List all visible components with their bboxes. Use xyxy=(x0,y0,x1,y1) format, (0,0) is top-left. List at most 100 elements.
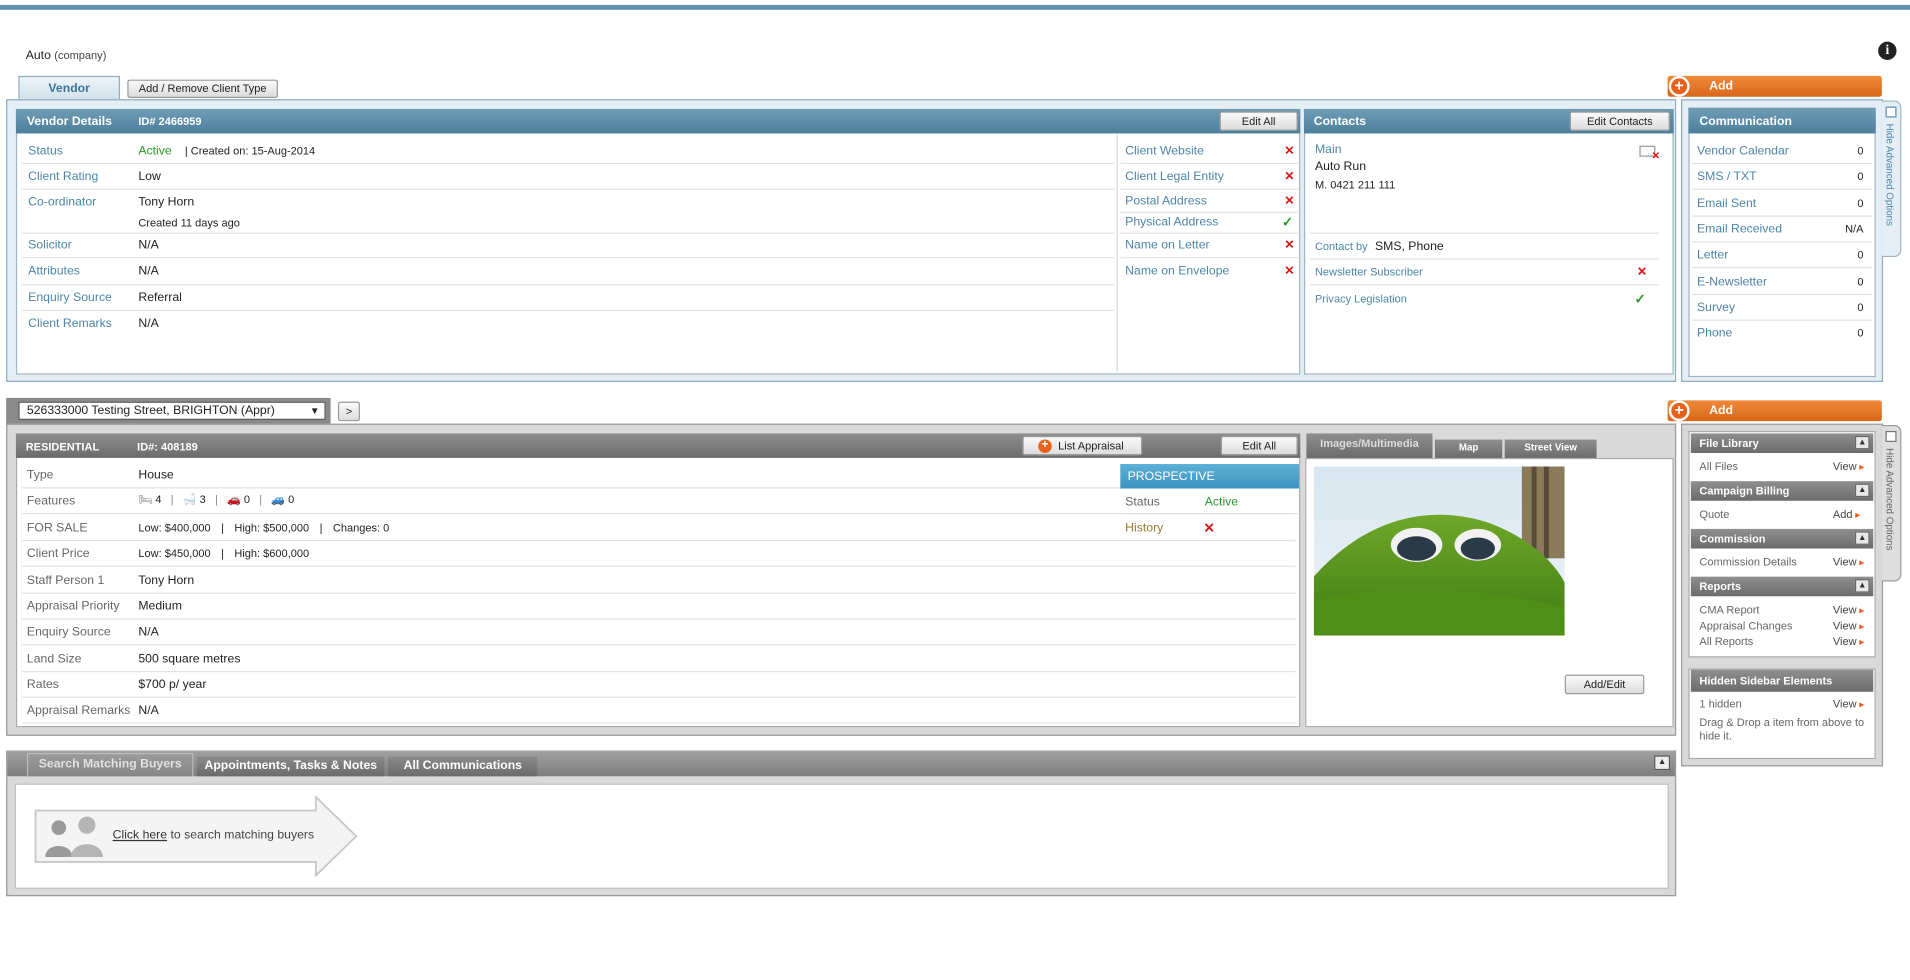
car-icon: 🚗 xyxy=(227,493,241,506)
hidden-view-link[interactable]: View xyxy=(1833,698,1864,710)
tab-search-matching-buyers[interactable]: Search Matching Buyers xyxy=(26,752,194,777)
client-website-label[interactable]: Client Website xyxy=(1125,144,1204,157)
physical-address-label[interactable]: Physical Address xyxy=(1125,215,1218,228)
sidebar-item-label: Commission Details xyxy=(1699,555,1797,569)
plus-icon: + xyxy=(1668,400,1690,422)
history-label[interactable]: History xyxy=(1125,522,1163,535)
x-icon: ✕ xyxy=(1284,264,1295,278)
search-buyers-text: Click here to search matching buyers xyxy=(113,829,314,842)
collapse-icon[interactable]: ▲ xyxy=(1854,435,1870,450)
row-divider xyxy=(1120,188,1298,190)
collapse-icon[interactable]: ▲ xyxy=(1654,755,1671,771)
postal-address-label[interactable]: Postal Address xyxy=(1125,195,1207,208)
company-name: Auto xyxy=(25,48,51,63)
row-divider xyxy=(22,539,1296,542)
client-remarks-label: Client Remarks xyxy=(28,317,112,331)
sidebar-item-action[interactable]: Add xyxy=(1833,508,1860,520)
collapse-icon[interactable]: ▲ xyxy=(1854,531,1870,545)
row-divider xyxy=(1120,257,1298,259)
property-select-value: 526333000 Testing Street, BRIGHTON (Appr… xyxy=(26,404,275,418)
rates-value: $700 p/ year xyxy=(138,678,207,692)
appraisal-priority-value: Medium xyxy=(138,599,182,614)
add-button-sidebar[interactable]: + Add xyxy=(1667,400,1882,422)
client-price-high: High: $600,000 xyxy=(234,547,310,560)
hide-advanced-options-tab[interactable]: Hide Advanced Options xyxy=(1881,100,1902,258)
row-divider xyxy=(1692,188,1873,191)
tab-street-view[interactable]: Street View xyxy=(1504,439,1597,458)
name-on-envelope-label[interactable]: Name on Envelope xyxy=(1125,264,1229,277)
add-label: Add xyxy=(1709,404,1734,418)
sidebar-item-action[interactable]: View xyxy=(1833,460,1864,472)
row-divider xyxy=(22,257,1115,259)
communication-item-label[interactable]: Letter xyxy=(1697,249,1728,262)
tab-appointments[interactable]: Appointments, Tasks & Notes xyxy=(197,756,385,777)
list-appraisal-button[interactable]: + List Appraisal xyxy=(1022,435,1143,456)
communication-item-label[interactable]: SMS / TXT xyxy=(1697,171,1757,184)
tab-all-communications[interactable]: All Communications xyxy=(388,756,538,777)
sidebar-item-action[interactable]: View xyxy=(1833,556,1864,568)
enquiry-source-label: Enquiry Source xyxy=(28,291,112,305)
add-button-top[interactable]: + Add xyxy=(1667,75,1882,97)
property-type-title: RESIDENTIAL xyxy=(25,440,100,454)
row-divider xyxy=(1692,293,1873,295)
property-photo[interactable] xyxy=(1313,466,1565,636)
communication-item-label[interactable]: Email Sent xyxy=(1697,197,1756,210)
vendor-status-label: Status xyxy=(28,144,63,158)
vendor-edit-all-button[interactable]: Edit All xyxy=(1219,111,1298,132)
communication-item-label[interactable]: E-Newsletter xyxy=(1697,275,1767,288)
hidden-hint: Drag & Drop a item from above to hide it… xyxy=(1699,716,1865,742)
click-here-link[interactable]: Click here xyxy=(113,829,167,842)
property-select[interactable]: 526333000 Testing Street, BRIGHTON (Appr… xyxy=(18,401,326,420)
features-label: Features xyxy=(26,494,76,509)
collapse-icon[interactable]: ▲ xyxy=(1854,483,1870,498)
go-button[interactable]: > xyxy=(337,401,360,422)
sidebar-item-label: Appraisal Changes xyxy=(1699,619,1793,632)
carports: 0 xyxy=(288,493,295,506)
top-accent-bar xyxy=(0,4,1910,10)
collapse-icon[interactable]: ▲ xyxy=(1854,579,1870,593)
column-divider xyxy=(1116,134,1118,375)
company-suffix: (company) xyxy=(54,48,107,62)
tab-images-multimedia[interactable]: Images/Multimedia xyxy=(1306,433,1433,458)
contact-main-label[interactable]: Main xyxy=(1315,143,1342,156)
add-remove-client-type-button[interactable]: Add / Remove Client Type xyxy=(127,79,278,98)
communication-item-count: N/A xyxy=(1845,222,1864,235)
communication-item-label[interactable]: Phone xyxy=(1697,327,1732,340)
row-divider xyxy=(1692,267,1873,269)
row-divider xyxy=(22,487,1296,489)
info-icon[interactable]: i xyxy=(1878,41,1897,60)
sidebar-section-header: Reports ▲ xyxy=(1690,576,1874,597)
contact-by-value: SMS, Phone xyxy=(1374,239,1444,254)
tab-vendor[interactable]: Vendor xyxy=(18,75,120,101)
sidebar-section-title: Commission xyxy=(1699,532,1766,545)
media-add-edit-button[interactable]: Add/Edit xyxy=(1564,674,1645,695)
row-divider xyxy=(22,565,1296,567)
appraisal-remarks-label: Appraisal Remarks xyxy=(26,704,131,718)
for-sale-high: High: $500,000 xyxy=(234,521,310,534)
client-legal-entity-label[interactable]: Client Legal Entity xyxy=(1125,170,1224,183)
property-enquiry-value: N/A xyxy=(138,625,159,640)
search-buyers-callout[interactable]: Click here to search matching buyers xyxy=(32,794,363,878)
row-divider xyxy=(22,232,1115,234)
name-on-letter-label[interactable]: Name on Letter xyxy=(1125,239,1209,252)
client-price-label: Client Price xyxy=(26,547,90,561)
communication-item-label[interactable]: Vendor Calendar xyxy=(1697,144,1789,157)
tab-map[interactable]: Map xyxy=(1434,439,1503,458)
hide-advanced-options-label: Hide Advanced Options xyxy=(1884,448,1896,551)
bed-icon: 🛏 xyxy=(138,493,153,506)
sidebar-item-action[interactable]: View xyxy=(1833,635,1864,647)
coordinator-created: Created 11 days ago xyxy=(138,216,240,229)
row-divider xyxy=(1692,319,1873,321)
communication-item-label[interactable]: Email Received xyxy=(1697,223,1782,236)
communication-item-label[interactable]: Survey xyxy=(1697,301,1735,314)
add-label: Add xyxy=(1709,79,1734,94)
property-edit-all-button[interactable]: Edit All xyxy=(1220,435,1298,456)
communication-item-count: 0 xyxy=(1857,274,1864,288)
edit-contacts-button[interactable]: Edit Contacts xyxy=(1569,111,1671,132)
sidebar-item-action[interactable]: View xyxy=(1833,620,1864,632)
hide-advanced-options-tab-lower[interactable]: Hide Advanced Options xyxy=(1881,424,1902,582)
communication-title: Communication xyxy=(1699,115,1792,129)
sidebar-item-action[interactable]: View xyxy=(1833,604,1864,616)
row-divider xyxy=(22,644,1296,646)
vendor-status-value: Active xyxy=(138,144,172,158)
